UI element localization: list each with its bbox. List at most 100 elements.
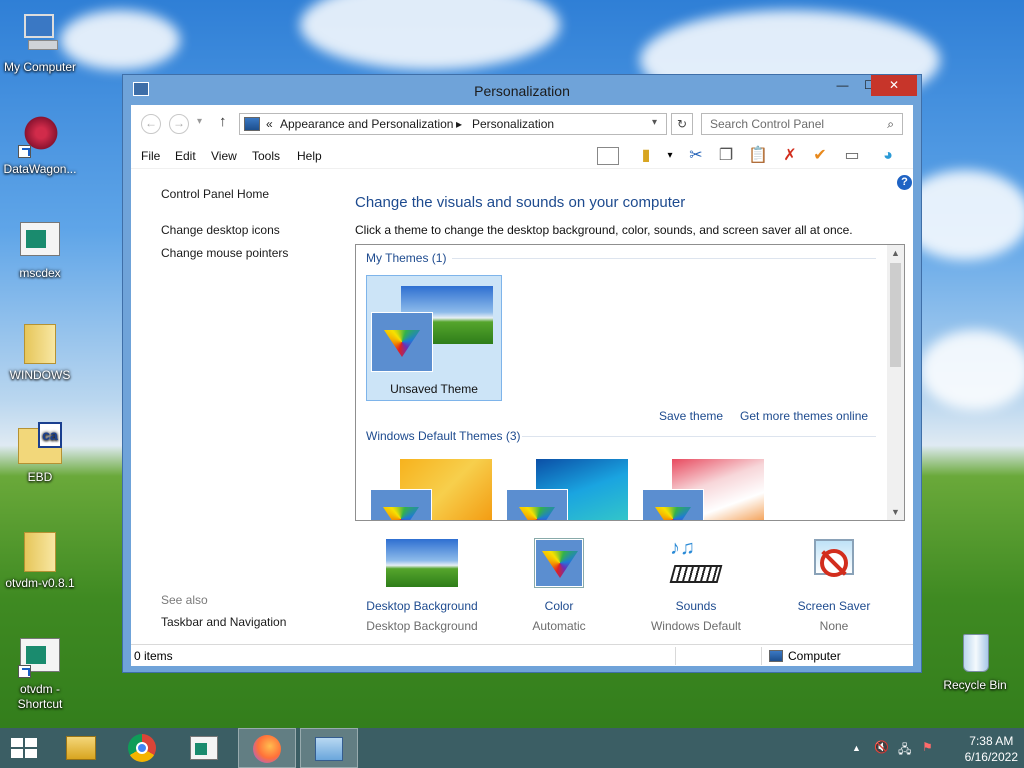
- layout-pane-icon[interactable]: [597, 147, 619, 165]
- desktop-icon-recycle-bin[interactable]: Recycle Bin: [935, 630, 1015, 693]
- breadcrumb-separator-icon[interactable]: ▸: [456, 117, 462, 131]
- control-panel-home-link[interactable]: Control Panel Home: [161, 187, 269, 201]
- window-title: Personalization: [474, 83, 570, 99]
- paste-icon[interactable]: 📋: [747, 145, 769, 167]
- theme-label: Unsaved Theme: [390, 382, 478, 396]
- shortcut-arrow-icon: [18, 145, 31, 158]
- taskbar-control-panel[interactable]: [300, 728, 358, 768]
- theme-list: My Themes (1) Unsaved Theme Save theme G…: [355, 244, 905, 521]
- up-arrow-icon[interactable]: ↑: [219, 113, 227, 130]
- show-hidden-icons[interactable]: ▲: [852, 743, 861, 753]
- desktop-icon-label: EBD: [27, 470, 53, 484]
- address-bar[interactable]: « Appearance and Personalization ▸ Perso…: [239, 113, 667, 135]
- sounds-setting[interactable]: ♪♫ Sounds Windows Default: [631, 537, 761, 633]
- recycle-bin-icon: [953, 630, 997, 674]
- back-button[interactable]: ←: [141, 114, 161, 134]
- scroll-up-icon[interactable]: ▲: [887, 245, 904, 261]
- menu-file[interactable]: File: [141, 149, 160, 163]
- see-also-heading: See also: [161, 593, 208, 607]
- desktop-background-setting[interactable]: Desktop Background Desktop Background: [357, 539, 487, 633]
- menu-tools[interactable]: Tools: [252, 149, 280, 163]
- get-more-themes-link[interactable]: Get more themes online: [740, 409, 868, 423]
- breadcrumb-overflow[interactable]: «: [266, 117, 273, 131]
- address-dropdown-icon[interactable]: ▾: [652, 117, 657, 128]
- desktop-icon-my-computer[interactable]: My Computer: [0, 12, 80, 75]
- refresh-icon[interactable]: ↻: [671, 113, 693, 135]
- theme-windows-default-1[interactable]: [370, 459, 492, 520]
- desktop-icon-windows[interactable]: WINDOWS: [0, 320, 80, 383]
- menu-bar: File Edit View Tools Help ▮ ▾ ✂ ❐ 📋 ✗ ✔ …: [131, 141, 913, 169]
- star-icon: [18, 114, 62, 158]
- theme-windows-default-3[interactable]: [642, 459, 764, 520]
- item-count: 0 items: [134, 649, 173, 663]
- minimize-button[interactable]: —: [829, 75, 856, 96]
- setting-name[interactable]: Screen Saver: [769, 599, 899, 613]
- setting-value: Windows Default: [650, 619, 742, 633]
- wallpaper-icon: [386, 539, 458, 589]
- theme-color-preview: [506, 489, 568, 520]
- scrollbar-thumb[interactable]: [890, 263, 901, 367]
- setting-name[interactable]: Sounds: [631, 599, 761, 613]
- network-icon[interactable]: 🖧: [898, 740, 911, 761]
- breadcrumb-personalization[interactable]: Personalization: [472, 117, 554, 131]
- title-bar[interactable]: Personalization — ☐ ✕: [123, 75, 921, 105]
- organize-dropdown-icon[interactable]: ▾: [659, 145, 681, 167]
- delete-icon[interactable]: ✗: [779, 145, 801, 167]
- taskbar-file-explorer[interactable]: [52, 728, 110, 768]
- theme-list-scrollbar[interactable]: ▲ ▼: [887, 245, 904, 520]
- setting-name[interactable]: Desktop Background: [357, 599, 487, 613]
- desktop-icon-otvdm[interactable]: otvdm-v0.8.1: [0, 528, 80, 591]
- start-button[interactable]: [0, 728, 58, 768]
- taskbar-navigation-link[interactable]: Taskbar and Navigation: [161, 615, 286, 629]
- color-setting[interactable]: Color Automatic: [494, 539, 624, 633]
- ca-label: ca: [38, 422, 62, 448]
- action-center-icon[interactable]: ⚑: [922, 740, 933, 754]
- search-input[interactable]: Search Control Panel ⌕: [701, 113, 903, 135]
- computer-icon: [18, 12, 62, 56]
- save-theme-link[interactable]: Save theme: [659, 409, 723, 423]
- desktop-icon-datawagon[interactable]: DataWagon...: [0, 114, 80, 177]
- properties-check-icon[interactable]: ✔: [809, 145, 831, 167]
- change-mouse-pointers-link[interactable]: Change mouse pointers: [161, 246, 288, 260]
- program-window-icon: [18, 218, 62, 262]
- cut-icon[interactable]: ✂: [685, 145, 707, 167]
- breadcrumb-appearance[interactable]: Appearance and Personalization: [280, 117, 453, 131]
- taskbar-program[interactable]: [176, 728, 234, 768]
- close-button[interactable]: ✕: [871, 75, 917, 96]
- forward-button[interactable]: →: [169, 114, 189, 134]
- clock-date: 6/16/2022: [964, 750, 1018, 764]
- setting-name[interactable]: Color: [494, 599, 624, 613]
- menu-edit[interactable]: Edit: [175, 149, 196, 163]
- menu-view[interactable]: View: [211, 149, 237, 163]
- desktop-icon-label: mscdex: [19, 266, 61, 280]
- folder-icon: [66, 736, 96, 760]
- copy-icon[interactable]: ❐: [715, 145, 737, 167]
- status-bar: 0 items Computer: [131, 644, 913, 666]
- folder-options-icon[interactable]: ▮: [635, 145, 657, 167]
- setting-value: None: [819, 619, 849, 633]
- theme-color-preview: [370, 489, 432, 520]
- recent-pages-icon[interactable]: ▾: [197, 116, 202, 127]
- menu-help[interactable]: Help: [297, 149, 322, 163]
- taskbar-firefox[interactable]: [238, 728, 296, 768]
- desktop-icon-ebd[interactable]: ca EBD: [0, 422, 80, 485]
- search-icon: ⌕: [887, 117, 894, 131]
- volume-muted-icon[interactable]: 🔇: [874, 740, 889, 754]
- screen-saver-setting[interactable]: Screen Saver None: [769, 539, 899, 633]
- desktop-icon-label: otvdm - Shortcut: [17, 682, 63, 711]
- desktop-icon-otvdm-shortcut[interactable]: otvdm - Shortcut: [0, 634, 80, 712]
- change-desktop-icons-link[interactable]: Change desktop icons: [161, 223, 280, 237]
- chrome-icon: [128, 734, 156, 762]
- theme-unsaved[interactable]: Unsaved Theme: [366, 275, 502, 401]
- sounds-icon: ♪♫: [660, 537, 732, 589]
- desktop-icon-label: My Computer: [3, 60, 77, 74]
- theme-windows-default-2[interactable]: [506, 459, 628, 520]
- shell-icon[interactable]: ◕: [877, 145, 899, 167]
- help-icon[interactable]: ?: [897, 175, 912, 190]
- clock[interactable]: 7:38 AM 6/16/2022: [965, 733, 1018, 765]
- taskbar-chrome[interactable]: [114, 728, 172, 768]
- rename-icon[interactable]: ▭: [841, 145, 863, 167]
- folder-icon: [18, 528, 62, 572]
- desktop-icon-mscdex[interactable]: mscdex: [0, 218, 80, 281]
- scroll-down-icon[interactable]: ▼: [887, 504, 904, 520]
